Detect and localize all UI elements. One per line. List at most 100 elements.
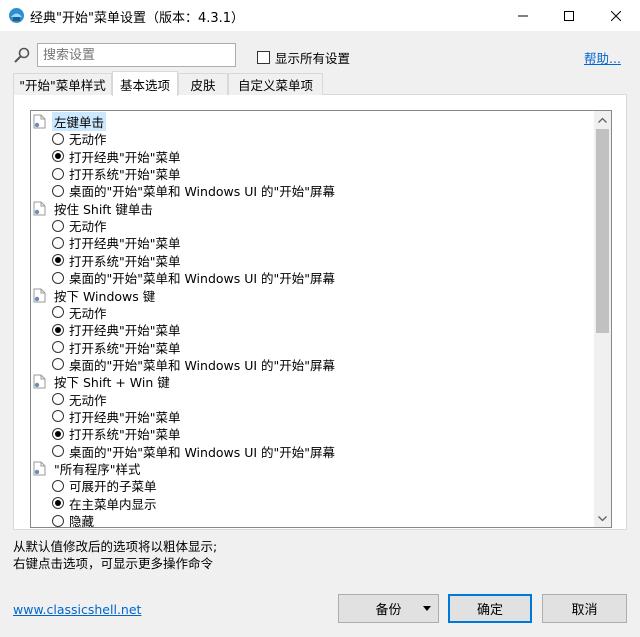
radio-button[interactable] [52, 150, 64, 163]
tree-option[interactable]: 桌面的"开始"菜单和 Windows UI 的"开始"屏幕 [52, 269, 335, 286]
tree-option-label: 桌面的"开始"菜单和 Windows UI 的"开始"屏幕 [69, 357, 336, 373]
show-all-settings[interactable]: 显示所有设置 [257, 48, 350, 67]
minimize-icon [518, 15, 528, 16]
tree-option-label: 打开系统"开始"菜单 [69, 340, 181, 356]
radio-button[interactable] [52, 184, 64, 197]
cancel-label: 取消 [571, 603, 598, 618]
tree-group[interactable]: 按下 Windows 键 [33, 287, 157, 304]
tree-group-label: 按下 Windows 键 [54, 288, 156, 304]
minimize-button[interactable] [500, 0, 546, 31]
chevron-up-icon [598, 117, 607, 123]
title-bar: 经典"开始"菜单设置（版本：4.3.1） [0, 0, 640, 31]
backup-button[interactable]: 备份 [338, 594, 439, 623]
tree-option[interactable]: 可展开的子菜单 [52, 477, 157, 494]
tree-group-label: 左键单击 [52, 112, 107, 131]
tree-group[interactable]: 按下 Shift + Win 键 [33, 373, 172, 390]
tree-option-label: 打开经典"开始"菜单 [69, 149, 181, 165]
vertical-scrollbar[interactable] [594, 111, 611, 527]
tree-option[interactable]: 无动作 [52, 217, 107, 234]
tree-option[interactable]: 在主菜单内显示 [52, 495, 157, 512]
maximize-button[interactable] [546, 0, 592, 31]
tab-label: 自定义菜单项 [237, 78, 313, 93]
settings-tree[interactable]: 左键单击 无动作 打开经典"开始"菜单 打开系统"开始"菜单 桌面的"开始"菜单和 Wi… [30, 110, 612, 528]
tree-group[interactable]: "所有程序"样式 [33, 460, 143, 477]
tree-group-label: "所有程序"样式 [54, 462, 141, 477]
ok-label: 确定 [476, 603, 503, 618]
tree-group[interactable]: 左键单击 [33, 112, 107, 131]
tree-option[interactable]: 无动作 [52, 304, 107, 321]
tree-option-label: 桌面的"开始"菜单和 Windows UI 的"开始"屏幕 [69, 444, 336, 460]
tree-option-label: 无动作 [69, 392, 107, 408]
radio-button[interactable] [52, 445, 64, 458]
ok-button[interactable]: 确定 [448, 594, 532, 623]
cancel-button[interactable]: 取消 [542, 594, 627, 623]
tree-option-label: 打开经典"开始"菜单 [69, 409, 181, 425]
search-input[interactable] [37, 43, 236, 67]
tree-option[interactable]: 无动作 [52, 391, 107, 408]
tree-option-label: 桌面的"开始"菜单和 Windows UI 的"开始"屏幕 [69, 271, 336, 287]
tree-option[interactable]: 打开系统"开始"菜单 [52, 425, 181, 442]
scroll-thumb[interactable] [596, 129, 609, 333]
radio-button[interactable] [52, 306, 64, 319]
setting-group-icon [33, 114, 46, 129]
tree-option[interactable]: 无动作 [52, 130, 107, 147]
tab-label: "开始"菜单样式 [19, 78, 106, 93]
tree-option[interactable]: 打开系统"开始"菜单 [52, 165, 181, 182]
tree-option-label: 隐藏 [69, 514, 95, 528]
radio-button[interactable] [52, 427, 64, 440]
tree-group[interactable]: 按住 Shift 键单击 [33, 200, 155, 217]
scroll-down-button[interactable] [594, 510, 611, 527]
tree-option[interactable]: 打开经典"开始"菜单 [52, 148, 181, 165]
radio-button[interactable] [52, 254, 64, 267]
radio-button[interactable] [52, 167, 64, 180]
radio-button[interactable] [52, 514, 64, 527]
dropdown-arrow-icon [423, 606, 431, 611]
website-link[interactable]: www.classicshell.net [13, 602, 141, 617]
backup-label: 备份 [375, 603, 402, 618]
tree-option[interactable]: 桌面的"开始"菜单和 Windows UI 的"开始"屏幕 [52, 356, 335, 373]
show-all-checkbox[interactable] [257, 51, 270, 64]
radio-button[interactable] [52, 323, 64, 336]
tree-option[interactable]: 桌面的"开始"菜单和 Windows UI 的"开始"屏幕 [52, 182, 335, 199]
tab-custom-menu-items[interactable]: 自定义菜单项 [228, 73, 323, 95]
tree-option[interactable]: 打开系统"开始"菜单 [52, 252, 181, 269]
search-icon [14, 47, 30, 63]
tree-option-label: 打开经典"开始"菜单 [69, 236, 181, 252]
tab-basic-options[interactable]: 基本选项 [112, 71, 178, 96]
tree-option[interactable]: 打开经典"开始"菜单 [52, 321, 181, 338]
close-button[interactable] [593, 0, 639, 31]
tab-skin[interactable]: 皮肤 [178, 73, 228, 95]
radio-button[interactable] [52, 479, 64, 492]
tree-option[interactable]: 打开经典"开始"菜单 [52, 408, 181, 425]
window-title: 经典"开始"菜单设置（版本：4.3.1） [30, 11, 245, 26]
radio-button[interactable] [52, 358, 64, 371]
show-all-label: 显示所有设置 [275, 51, 351, 66]
scroll-up-button[interactable] [594, 111, 611, 128]
help-link[interactable]: 帮助... [584, 48, 621, 67]
tree-option-label: 可展开的子菜单 [69, 479, 157, 495]
tree-option[interactable]: 打开经典"开始"菜单 [52, 234, 181, 251]
tree-option[interactable]: 打开系统"开始"菜单 [52, 339, 181, 356]
tree-option[interactable]: 隐藏 [52, 512, 95, 528]
maximize-icon [564, 10, 574, 21]
tree-option-label: 无动作 [69, 305, 107, 321]
radio-button[interactable] [52, 341, 64, 354]
setting-group-icon [33, 288, 46, 302]
radio-button[interactable] [52, 236, 64, 249]
app-shell-icon [9, 8, 24, 23]
tree-option-label: 打开系统"开始"菜单 [69, 427, 181, 443]
radio-button[interactable] [52, 132, 64, 145]
radio-button[interactable] [52, 393, 64, 406]
hint-right-click: 右键点击选项，可显示更多操作命令 [13, 556, 214, 571]
tree-option-label: 打开经典"开始"菜单 [69, 323, 181, 339]
radio-button[interactable] [52, 219, 64, 232]
chevron-down-icon [598, 515, 607, 521]
tree-option-label: 在主菜单内显示 [69, 496, 157, 512]
radio-button[interactable] [52, 497, 64, 510]
radio-button[interactable] [52, 410, 64, 423]
radio-button[interactable] [52, 271, 64, 284]
tab-start-menu-style[interactable]: "开始"菜单样式 [13, 73, 112, 95]
tree-option-label: 打开系统"开始"菜单 [69, 167, 181, 183]
tree-option-label: 无动作 [69, 219, 107, 235]
tree-option[interactable]: 桌面的"开始"菜单和 Windows UI 的"开始"屏幕 [52, 443, 335, 460]
